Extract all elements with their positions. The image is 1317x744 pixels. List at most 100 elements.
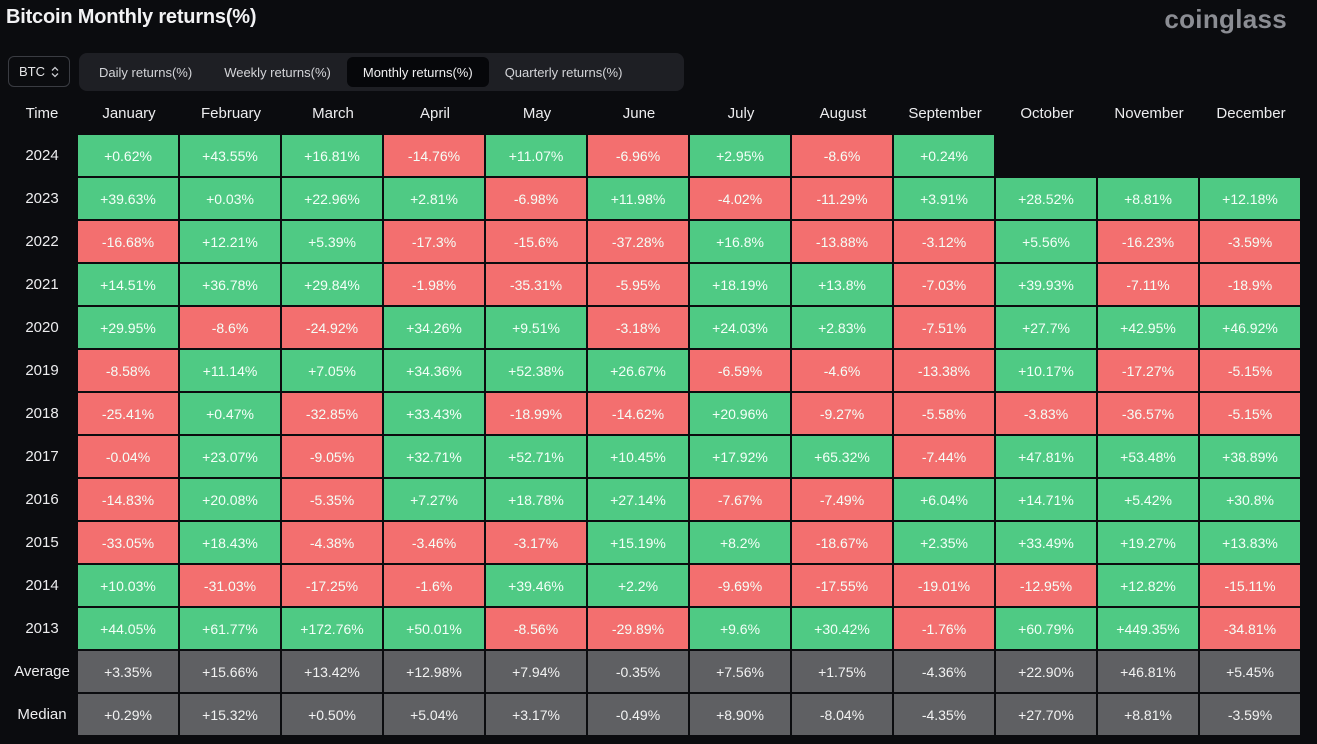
return-cell: +17.92% (690, 436, 790, 477)
return-cell: -8.6% (180, 307, 280, 348)
column-header-august: August (819, 104, 867, 122)
return-cell: -3.59% (1200, 694, 1300, 735)
return-cell: +3.35% (78, 651, 178, 692)
return-cell: -33.05% (78, 522, 178, 563)
return-cell: -7.67% (690, 479, 790, 520)
row-label-2020: 2020 (25, 319, 59, 336)
row-label-2021: 2021 (25, 276, 59, 293)
column-header-may: May (522, 104, 552, 122)
return-cell: +39.46% (486, 565, 586, 606)
page-title: Bitcoin Monthly returns(%) (6, 6, 257, 28)
return-cell: +18.78% (486, 479, 586, 520)
return-cell: +65.32% (792, 436, 892, 477)
row-label-2013: 2013 (25, 620, 59, 637)
return-cell: +39.63% (78, 178, 178, 219)
return-cell: +34.26% (384, 307, 484, 348)
return-cell: -6.59% (690, 350, 790, 391)
return-cell: +12.18% (1200, 178, 1300, 219)
return-cell: +9.6% (690, 608, 790, 649)
column-header-time: Time (25, 104, 59, 122)
return-cell: -17.55% (792, 565, 892, 606)
return-cell: +7.05% (282, 350, 382, 391)
column-header-january: January (102, 104, 156, 122)
return-cell: +5.04% (384, 694, 484, 735)
return-cell: -31.03% (180, 565, 280, 606)
return-cell: +7.94% (486, 651, 586, 692)
return-cell: +0.47% (180, 393, 280, 434)
return-cell: -9.27% (792, 393, 892, 434)
return-cell: -7.11% (1098, 264, 1198, 305)
return-cell: -29.89% (588, 608, 688, 649)
tab-monthly-returns[interactable]: Monthly returns(%) (346, 57, 489, 87)
return-cell: +34.36% (384, 350, 484, 391)
column-header-july: July (727, 104, 755, 122)
return-cell: +52.71% (486, 436, 586, 477)
return-cell: -18.9% (1200, 264, 1300, 305)
return-cell: -35.31% (486, 264, 586, 305)
return-cell: -6.96% (588, 135, 688, 176)
return-cell: -7.44% (894, 436, 994, 477)
return-cell: +5.45% (1200, 651, 1300, 692)
return-cell: -17.27% (1098, 350, 1198, 391)
return-cell: +2.81% (384, 178, 484, 219)
tab-weekly-returns[interactable]: Weekly returns(%) (208, 57, 347, 87)
return-cell: -14.62% (588, 393, 688, 434)
return-cell: -5.35% (282, 479, 382, 520)
return-cell: +11.07% (486, 135, 586, 176)
return-cell: -13.88% (792, 221, 892, 262)
return-cell: +38.89% (1200, 436, 1300, 477)
return-cell: +12.21% (180, 221, 280, 262)
return-cell: +39.93% (996, 264, 1096, 305)
return-cell: +172.76% (282, 608, 382, 649)
tab-daily-returns[interactable]: Daily returns(%) (83, 57, 208, 87)
column-header-november: November (1114, 104, 1184, 122)
return-cell: +0.03% (180, 178, 280, 219)
return-cell: +5.39% (282, 221, 382, 262)
return-cell: -7.49% (792, 479, 892, 520)
return-cell: +3.17% (486, 694, 586, 735)
return-cell: +15.66% (180, 651, 280, 692)
return-cell: +6.04% (894, 479, 994, 520)
column-header-september: September (908, 104, 982, 122)
return-cell: +32.71% (384, 436, 484, 477)
return-cell: +13.42% (282, 651, 382, 692)
return-cell: +2.35% (894, 522, 994, 563)
return-cell: -18.99% (486, 393, 586, 434)
return-cell: -17.3% (384, 221, 484, 262)
asset-selector[interactable]: BTC (8, 56, 70, 87)
return-cell: +23.07% (180, 436, 280, 477)
return-cell: -4.35% (894, 694, 994, 735)
column-header-october: October (1020, 104, 1074, 122)
return-cell: +22.90% (996, 651, 1096, 692)
row-label-2024: 2024 (25, 147, 59, 164)
return-cell: -1.98% (384, 264, 484, 305)
return-cell: -3.83% (996, 393, 1096, 434)
return-cell: -25.41% (78, 393, 178, 434)
return-cell: -16.68% (78, 221, 178, 262)
return-cell: +5.42% (1098, 479, 1198, 520)
return-cell: -3.59% (1200, 221, 1300, 262)
return-cell: -0.35% (588, 651, 688, 692)
return-cell: -0.04% (78, 436, 178, 477)
return-cell: +50.01% (384, 608, 484, 649)
return-cell: +10.45% (588, 436, 688, 477)
row-label-2014: 2014 (25, 577, 59, 594)
return-cell: +10.03% (78, 565, 178, 606)
return-cell: +46.92% (1200, 307, 1300, 348)
return-cell: -32.85% (282, 393, 382, 434)
return-cell: +1.75% (792, 651, 892, 692)
return-cell: -12.95% (996, 565, 1096, 606)
return-cell: -5.15% (1200, 393, 1300, 434)
return-cell: +0.29% (78, 694, 178, 735)
row-label-2022: 2022 (25, 233, 59, 250)
asset-selector-value: BTC (19, 64, 45, 79)
return-cell: +42.95% (1098, 307, 1198, 348)
return-cell: -3.12% (894, 221, 994, 262)
return-cell: +18.43% (180, 522, 280, 563)
row-label-2016: 2016 (25, 491, 59, 508)
return-cell: -3.17% (486, 522, 586, 563)
tab-quarterly-returns[interactable]: Quarterly returns(%) (489, 57, 639, 87)
return-cell: +60.79% (996, 608, 1096, 649)
return-cell: +27.14% (588, 479, 688, 520)
return-cell: -13.38% (894, 350, 994, 391)
